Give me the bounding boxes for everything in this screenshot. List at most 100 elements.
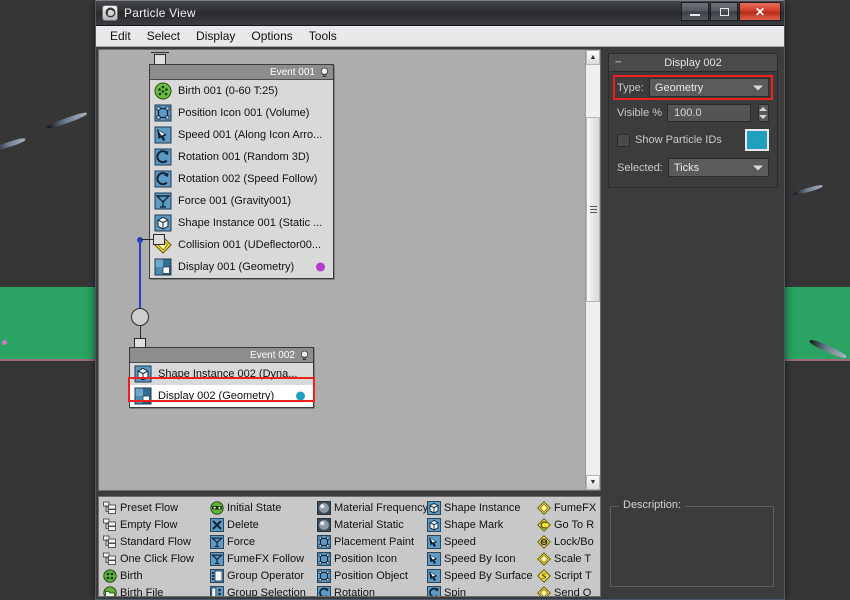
depot-item-position-object[interactable]: Position Object: [315, 567, 425, 584]
depot-column-tests: FumeFX Go To R Lock/Bo Scale T S Script …: [535, 499, 600, 597]
type-dropdown[interactable]: Geometry: [648, 78, 769, 97]
depot-label: FumeFX: [554, 501, 597, 514]
maximize-button[interactable]: [710, 2, 738, 21]
depot-label: Send O: [554, 586, 592, 597]
depot-item-force[interactable]: Force: [208, 533, 315, 550]
operator-row[interactable]: Force 001 (Gravity001): [150, 190, 333, 212]
rollout-header[interactable]: − Display 002: [609, 54, 777, 72]
show-particle-ids-checkbox[interactable]: [617, 133, 630, 147]
menu-options[interactable]: Options: [243, 27, 300, 45]
depot-item-empty-flow[interactable]: Empty Flow: [101, 516, 208, 533]
depot-item-fumefx-test[interactable]: FumeFX: [535, 499, 600, 516]
display-color-swatch[interactable]: [745, 129, 769, 151]
description-label: Description:: [619, 499, 686, 511]
collapse-icon[interactable]: −: [615, 57, 621, 68]
visible-percent-stepper[interactable]: [757, 104, 769, 122]
depot-item-lock-bond[interactable]: Lock/Bo: [535, 533, 600, 550]
depot-item-send-out[interactable]: Send O: [535, 584, 600, 597]
selected-dropdown[interactable]: Ticks: [667, 158, 769, 177]
depot-item-speed-by-surface[interactable]: Speed By Surface: [425, 567, 535, 584]
operator-label: Collision 001 (UDeflector00...: [178, 239, 322, 251]
depot-item-go-to-rotation[interactable]: Go To R: [535, 516, 600, 533]
depot-item-one-click-flow[interactable]: One Click Flow: [101, 550, 208, 567]
collision-output-stub: [153, 234, 165, 245]
menu-display[interactable]: Display: [188, 27, 243, 45]
operator-row[interactable]: Rotation 001 (Random 3D): [150, 146, 333, 168]
depot-item-shape-mark[interactable]: Shape Mark: [425, 516, 535, 533]
depot-item-fumefx-follow[interactable]: FumeFX Follow: [208, 550, 315, 567]
group-operator-icon: [210, 568, 224, 583]
lightbulb-icon[interactable]: [319, 67, 330, 78]
operator-row[interactable]: Speed 001 (Along Icon Arro...: [150, 124, 333, 146]
operator-row[interactable]: Display 001 (Geometry): [150, 256, 333, 278]
operator-row[interactable]: Shape Instance 001 (Static ...: [150, 212, 333, 234]
close-button[interactable]: ✕: [739, 2, 781, 21]
depot-item-placement-paint[interactable]: Placement Paint: [315, 533, 425, 550]
window-titlebar[interactable]: Particle View ✕: [96, 0, 784, 26]
depot-item-material-static[interactable]: Material Static: [315, 516, 425, 533]
operator-row[interactable]: Shape Instance 002 (Dyna...: [130, 363, 313, 385]
depot-item-birth[interactable]: Birth: [101, 567, 208, 584]
depot-item-preset-flow[interactable]: Preset Flow: [101, 499, 208, 516]
operator-row-display-002[interactable]: Display 002 (Geometry): [130, 385, 313, 407]
depot-item-rotation[interactable]: Rotation: [315, 584, 425, 596]
depot-item-initial-state[interactable]: Initial State: [208, 499, 315, 516]
operator-row[interactable]: Position Icon 001 (Volume): [150, 102, 333, 124]
depot-label: Speed By Icon: [444, 552, 516, 565]
depot-label: Standard Flow: [120, 535, 191, 548]
menu-tools[interactable]: Tools: [301, 27, 345, 45]
depot-item-script-test[interactable]: S Script T: [535, 567, 600, 584]
menu-edit[interactable]: Edit: [102, 27, 139, 45]
birth-icon: [103, 568, 117, 583]
depot-item-standard-flow[interactable]: Standard Flow: [101, 533, 208, 550]
rotation-icon: [427, 585, 441, 596]
operator-row[interactable]: Rotation 002 (Speed Follow): [150, 168, 333, 190]
depot-column-operators-c: Shape Instance Shape Mark Speed Speed By…: [425, 499, 535, 596]
particle-flow-icon: [102, 4, 118, 21]
event-connection-wire: [139, 240, 141, 312]
menu-select[interactable]: Select: [139, 27, 188, 45]
description-panel: Description:: [604, 496, 782, 597]
depot-label: Force: [227, 535, 256, 548]
canvas-vertical-scrollbar[interactable]: ▲ ▼: [585, 50, 600, 490]
depot-item-scale-test[interactable]: Scale T: [535, 550, 600, 567]
visible-percent-input[interactable]: 100.0: [667, 104, 751, 122]
event-node-002[interactable]: Event 002 Shape Instance 002 (Dyna... Di…: [129, 347, 314, 408]
depot-item-spin[interactable]: Spin: [425, 584, 535, 596]
depot-item-material-frequency[interactable]: Material Frequency: [315, 499, 428, 516]
delete-icon: [210, 517, 224, 532]
lightbulb-icon[interactable]: [299, 350, 310, 361]
scroll-down-icon[interactable]: ▼: [586, 475, 600, 490]
display-002-rollout: − Display 002 Type: Geometry Visible % 1…: [608, 53, 778, 188]
operator-label: Birth 001 (0-60 T:25): [178, 85, 279, 97]
birth-file-icon: [103, 585, 117, 596]
depot-item-speed-by-icon[interactable]: Speed By Icon: [425, 550, 535, 567]
event-001-header[interactable]: Event 001: [150, 65, 333, 80]
depot-item-speed[interactable]: Speed: [425, 533, 535, 550]
depot-label: Shape Mark: [444, 518, 504, 531]
minimize-button[interactable]: [681, 2, 709, 21]
script-test-icon: S: [537, 568, 551, 583]
event-002-input-circle[interactable]: [131, 308, 149, 326]
depot-item-position-icon[interactable]: Position Icon: [315, 550, 425, 567]
group-selection-icon: [210, 585, 224, 596]
operator-row[interactable]: Birth 001 (0-60 T:25): [150, 80, 333, 102]
operator-row[interactable]: Collision 001 (UDeflector00...: [150, 234, 333, 256]
depot-column-operators-a: Initial State Delete Force FumeFX Follow…: [208, 499, 315, 596]
type-row: Type: Geometry: [617, 78, 769, 97]
depot-label: Group Operator: [227, 569, 305, 582]
event-node-001[interactable]: Event 001 Birth 001 (0-60 T:25) Position…: [149, 64, 334, 279]
depot-item-group-operator[interactable]: Group Operator: [208, 567, 315, 584]
shape-instance-icon: [427, 500, 441, 515]
depot-item-birth-file[interactable]: Birth File: [101, 584, 208, 597]
depot-item-group-selection[interactable]: Group Selection: [208, 584, 315, 596]
depot-item-delete[interactable]: Delete: [208, 516, 315, 533]
lock-bond-icon: [537, 534, 551, 549]
event-002-header[interactable]: Event 002: [130, 348, 313, 363]
depot-label: Birth File: [120, 586, 164, 597]
scroll-up-icon[interactable]: ▲: [586, 50, 600, 65]
depot-item-shape-instance[interactable]: Shape Instance: [425, 499, 535, 516]
scrollbar-thumb[interactable]: [586, 117, 600, 302]
particle-view-canvas[interactable]: Event 001 Birth 001 (0-60 T:25) Position…: [99, 50, 585, 490]
test-icon: [537, 500, 551, 515]
